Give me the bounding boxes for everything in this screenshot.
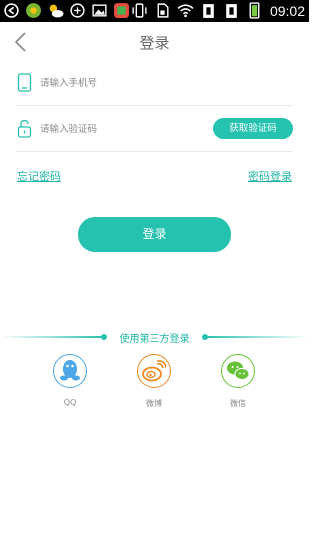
lock-icon [17,119,32,138]
wechat-login-button[interactable]: 微信 [218,354,258,409]
system-icons: 09:02 [131,2,305,19]
back-notification-icon [4,3,19,18]
weibo-icon [142,360,166,382]
weather-icon [49,4,64,18]
usb-icon [70,3,85,18]
weibo-label: 微博 [146,399,162,408]
qq-icon-circle[interactable] [53,354,87,388]
header: 登录 [0,22,309,62]
app-notification-icon [26,3,41,18]
password-login-link[interactable]: 密码登录 [248,168,292,184]
image-icon [92,4,107,17]
wechat-icon-circle[interactable] [221,354,255,388]
weibo-icon-circle[interactable] [137,354,171,388]
clock: 09:02 [269,2,305,19]
sim-icon [157,3,169,18]
phone-input[interactable] [40,73,200,93]
login-button[interactable]: 登录 [78,217,231,252]
wifi-icon [177,4,194,18]
phone-row [0,60,309,106]
signal-icon-2 [226,4,237,18]
forgot-password-link[interactable]: 忘记密码 [17,168,61,184]
status-bar: 09:02 [0,0,309,22]
phone-icon [17,73,32,92]
signal-icon [203,4,214,18]
wechat-label: 微信 [230,399,246,408]
weibo-login-button[interactable]: 微博 [134,354,174,409]
page-title: 登录 [139,34,170,52]
wechat-icon [227,361,250,380]
qq-label: QQ [63,398,77,407]
third-party-divider: 使用第三方登录 [0,330,309,345]
qq-login-button[interactable]: QQ [50,354,90,407]
notification-icons [3,2,130,19]
qq-icon [60,360,80,381]
battery-icon [249,2,260,19]
divider-line [16,151,293,152]
get-code-button[interactable]: 获取验证码 [213,118,293,139]
code-input[interactable] [40,119,200,139]
app-store-icon [114,3,129,18]
divider-line-right [205,336,309,338]
vibrate-icon [132,3,147,18]
